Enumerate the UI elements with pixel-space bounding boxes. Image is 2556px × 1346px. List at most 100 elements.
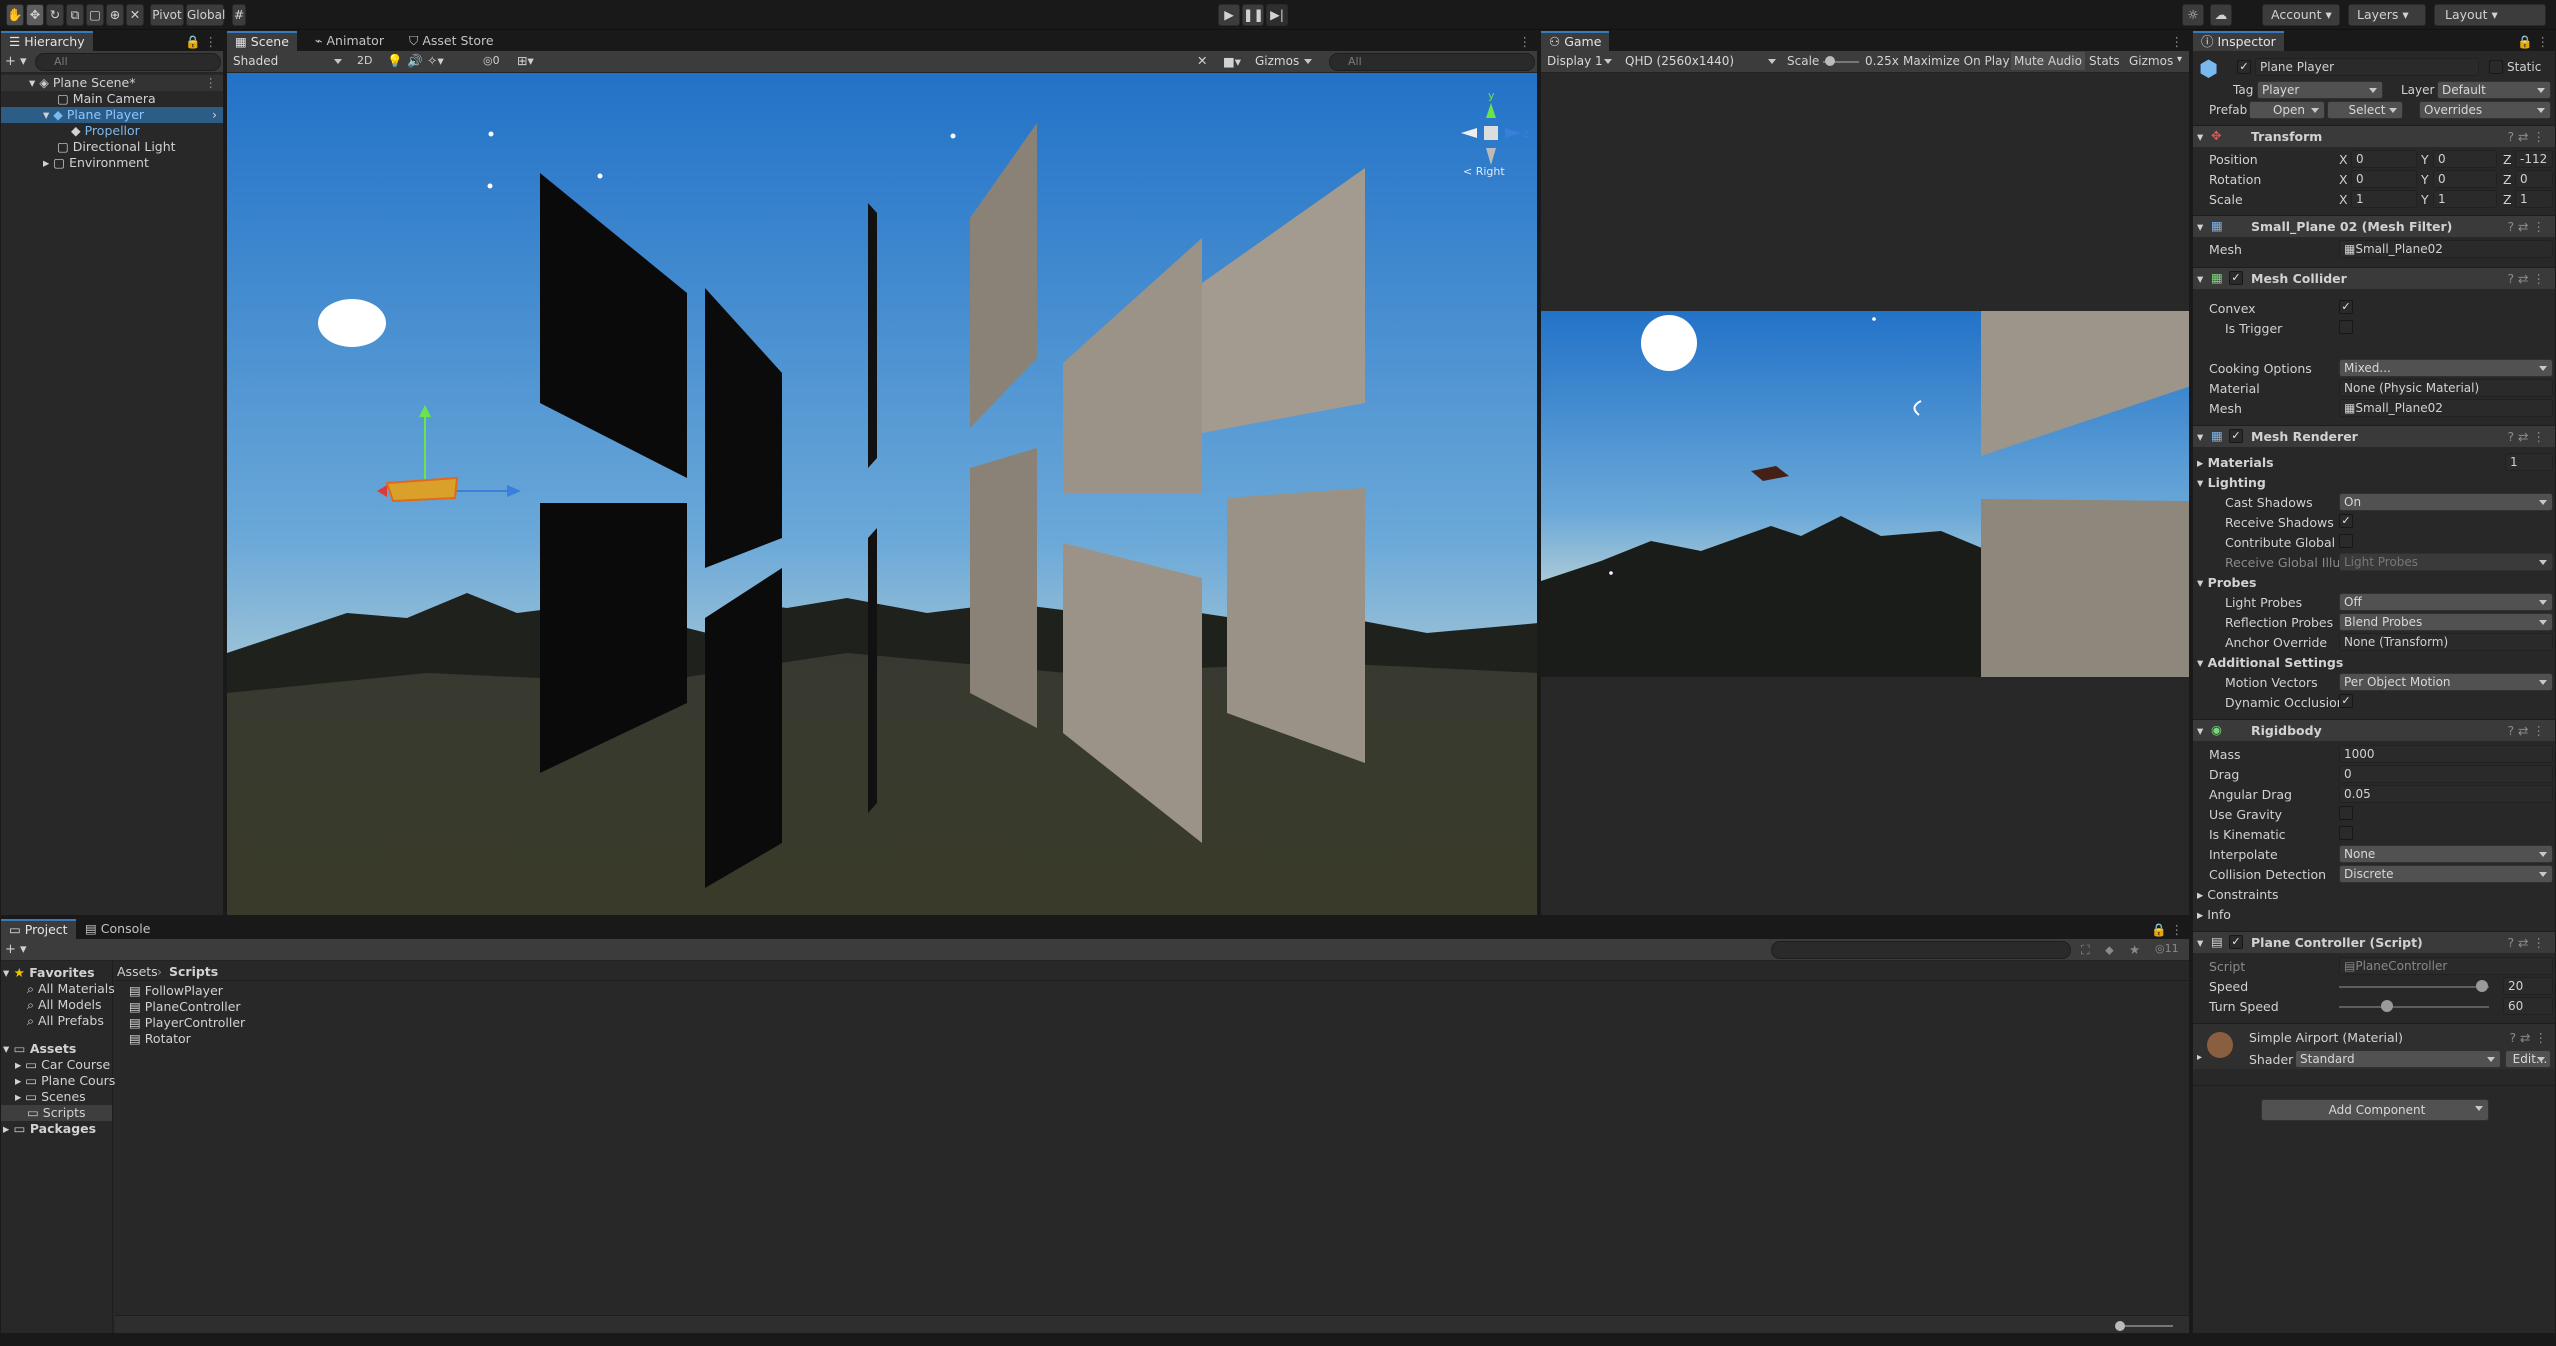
additional-settings-foldout[interactable]: ▾ Additional Settings: [2197, 655, 2343, 670]
scene-menu-icon[interactable]: ⋮: [205, 75, 218, 91]
shading-mode-dropdown[interactable]: Shaded: [229, 53, 347, 71]
scene-search-input[interactable]: All: [1329, 53, 1535, 71]
component-enabled-checkbox[interactable]: ✓: [2229, 935, 2243, 949]
tools-icon[interactable]: ✕: [1197, 53, 1207, 68]
cooking-options-dropdown[interactable]: Mixed...: [2339, 359, 2553, 377]
asset-folder-item[interactable]: ▸ ▭ Plane Cours: [1, 1073, 115, 1089]
prefab-select-button[interactable]: Select: [2327, 101, 2403, 119]
effects-toggle-icon[interactable]: ✧▾: [427, 53, 444, 68]
hierarchy-item-propellor[interactable]: ◆ Propellor: [1, 123, 223, 139]
resolution-dropdown[interactable]: QHD (2560x1440): [1621, 53, 1781, 71]
script-file-item[interactable]: ▤ PlayerController: [129, 1015, 2189, 1031]
materials-count-field[interactable]: 1: [2505, 453, 2553, 471]
shader-edit-button[interactable]: Edit...: [2505, 1050, 2551, 1068]
more-menu-icon[interactable]: ⋮: [2171, 34, 2184, 49]
physic-material-field[interactable]: None (Physic Material): [2339, 379, 2553, 397]
transform-header[interactable]: ▾ ✥ Transform ? ⇄ ⋮: [2193, 125, 2555, 147]
object-name-field[interactable]: Plane Player: [2255, 58, 2479, 76]
more-menu-icon[interactable]: ⋮: [205, 34, 218, 49]
motion-vectors-dropdown[interactable]: Per Object Motion: [2339, 673, 2553, 691]
asset-folder-item[interactable]: ▸ ▭ Scenes: [1, 1089, 112, 1105]
hierarchy-search-input[interactable]: All: [35, 53, 221, 71]
lighting-toggle-icon[interactable]: 💡: [387, 53, 403, 69]
turn-speed-slider[interactable]: [2339, 1006, 2489, 1008]
turn-speed-slider-thumb[interactable]: [2381, 1000, 2393, 1012]
component-menu-icon[interactable]: ? ⇄ ⋮: [2507, 219, 2545, 234]
hidden-packages-toggle[interactable]: ◎11: [2155, 942, 2179, 955]
hand-tool-icon[interactable]: ✋: [6, 4, 24, 26]
cloud-icon[interactable]: ☁: [2210, 4, 2232, 26]
speed-field[interactable]: 20: [2503, 977, 2553, 995]
grid-toggle-icon[interactable]: ⊞▾: [517, 53, 534, 68]
custom-tool-icon[interactable]: ✕: [126, 4, 144, 26]
scene-expand-icon[interactable]: ▾: [29, 75, 35, 90]
position-y-field[interactable]: 0: [2433, 150, 2497, 168]
mesh-renderer-header[interactable]: ▾ ▦ ✓ Mesh Renderer ? ⇄ ⋮: [2193, 425, 2555, 447]
interpolate-dropdown[interactable]: None: [2339, 845, 2553, 863]
component-enabled-checkbox[interactable]: ✓: [2229, 271, 2243, 285]
icon-size-slider-thumb[interactable]: [2115, 1321, 2125, 1331]
convex-checkbox[interactable]: ✓: [2339, 300, 2353, 314]
anchor-override-field[interactable]: None (Transform): [2339, 633, 2553, 651]
speed-slider-thumb[interactable]: [2475, 980, 2488, 992]
favorites-foldout[interactable]: ▾ ★ Favorites: [1, 965, 112, 981]
mute-audio-toggle[interactable]: Mute Audio: [2011, 52, 2085, 70]
favorite-item[interactable]: ⌕ All Models: [1, 997, 112, 1013]
pivot-toggle[interactable]: Pivot: [150, 4, 184, 26]
plane-controller-header[interactable]: ▾ ▤ ✓ Plane Controller (Script) ? ⇄ ⋮: [2193, 931, 2555, 953]
component-menu-icon[interactable]: ? ⇄ ⋮: [2507, 129, 2545, 144]
expand-arrow-icon[interactable]: ▾: [2197, 219, 2203, 234]
audio-toggle-icon[interactable]: 🔊: [407, 53, 423, 69]
2d-toggle[interactable]: 2D: [357, 54, 372, 67]
position-x-field[interactable]: 0: [2351, 150, 2417, 168]
favorite-item[interactable]: ⌕ All Materials: [1, 981, 115, 997]
script-file-item[interactable]: ▤ PlaneController: [129, 999, 2189, 1015]
rotation-x-field[interactable]: 0: [2351, 170, 2417, 188]
scale-tool-icon[interactable]: ⧉: [66, 4, 84, 26]
hierarchy-item-plane-player[interactable]: ▾ ◆ Plane Player ›: [1, 107, 223, 123]
more-menu-icon[interactable]: ⋮: [1519, 34, 1532, 49]
more-menu-icon[interactable]: ⋮: [2537, 34, 2550, 49]
use-gravity-checkbox[interactable]: [2339, 806, 2353, 820]
layout-dropdown[interactable]: Layout ▾: [2434, 4, 2546, 26]
tab-asset-store[interactable]: ⛉ Asset Store: [401, 31, 502, 51]
display-dropdown[interactable]: Display 1: [1543, 53, 1617, 71]
script-file-item[interactable]: ▤ FollowPlayer: [129, 983, 2189, 999]
expand-arrow-icon[interactable]: ▾: [43, 107, 49, 122]
position-z-field[interactable]: -112: [2515, 150, 2553, 168]
angular-drag-field[interactable]: 0.05: [2339, 785, 2553, 803]
layer-dropdown[interactable]: Default: [2437, 81, 2551, 99]
gizmos-dropdown-icon[interactable]: ▾: [2177, 54, 2182, 65]
hierarchy-scene-row[interactable]: ▾ ◈ Plane Scene* ⋮: [1, 75, 223, 91]
hierarchy-item-environment[interactable]: ▸ ▢ Environment: [1, 155, 223, 171]
create-button[interactable]: + ▾: [5, 54, 27, 69]
hierarchy-item-directional-light[interactable]: ▢ Directional Light: [1, 139, 223, 155]
active-checkbox[interactable]: ✓: [2237, 60, 2251, 74]
mesh-field[interactable]: ▦Small_Plane02: [2339, 240, 2553, 258]
scene-viewport[interactable]: y z < Right: [227, 73, 1538, 916]
scale-y-field[interactable]: 1: [2433, 190, 2497, 208]
layers-dropdown[interactable]: Layers ▾: [2348, 4, 2426, 26]
rotation-z-field[interactable]: 0: [2515, 170, 2553, 188]
scale-x-field[interactable]: 1: [2351, 190, 2417, 208]
mesh-filter-header[interactable]: ▾ ▦ Small_Plane 02 (Mesh Filter) ? ⇄ ⋮: [2193, 215, 2555, 237]
expand-arrow-icon[interactable]: ▾: [2197, 129, 2203, 144]
constraints-foldout[interactable]: ▸ Constraints: [2197, 887, 2279, 902]
component-menu-icon[interactable]: ? ⇄ ⋮: [2507, 723, 2545, 738]
chevron-right-icon[interactable]: ›: [212, 107, 217, 123]
lock-icon[interactable]: 🔒: [185, 34, 201, 50]
assets-foldout[interactable]: ▾ ▭ Assets: [1, 1041, 112, 1057]
mesh-collider-header[interactable]: ▾ ▦ ✓ Mesh Collider ? ⇄ ⋮: [2193, 267, 2555, 289]
drag-field[interactable]: 0: [2339, 765, 2553, 783]
script-file-item[interactable]: ▤ Rotator: [129, 1031, 2189, 1047]
tag-dropdown[interactable]: Player: [2257, 81, 2383, 99]
account-dropdown[interactable]: Account ▾: [2262, 4, 2340, 26]
lighting-foldout[interactable]: ▾ Lighting: [2197, 475, 2266, 490]
probes-foldout[interactable]: ▾ Probes: [2197, 575, 2256, 590]
game-viewport[interactable]: [1541, 311, 2190, 677]
tab-scene[interactable]: ▦ Scene: [227, 31, 297, 51]
light-probes-dropdown[interactable]: Off: [2339, 593, 2553, 611]
expand-arrow-icon[interactable]: ▸: [2197, 1052, 2202, 1063]
step-button[interactable]: ▶|: [1266, 4, 1288, 26]
plane-player-selection[interactable]: [385, 476, 459, 503]
